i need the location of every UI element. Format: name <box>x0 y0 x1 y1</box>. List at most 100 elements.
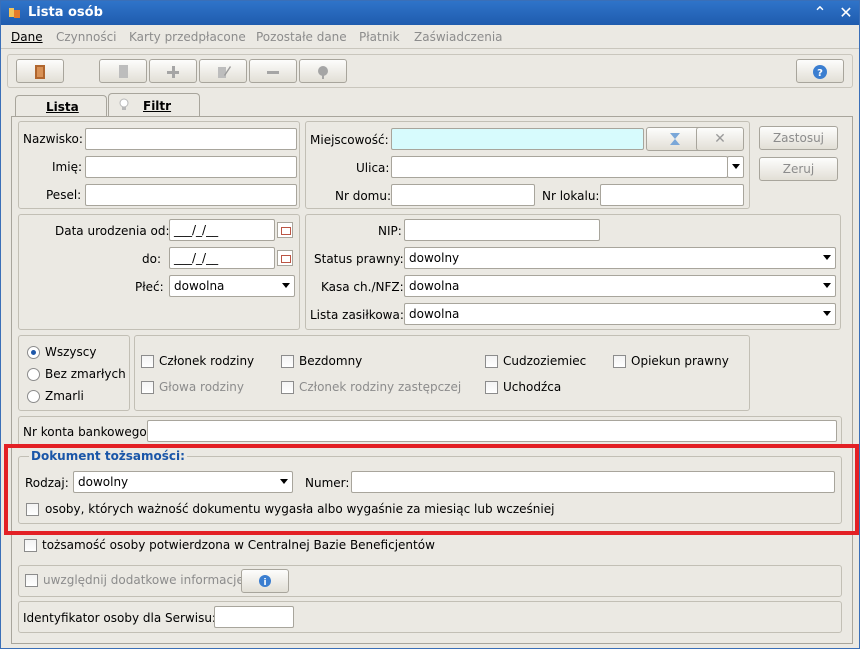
calendar-icon[interactable] <box>277 250 293 266</box>
plus-icon <box>167 66 179 78</box>
ulica-label: Ulica: <box>356 161 390 175</box>
lightbulb-icon <box>119 98 129 110</box>
radio-bez-zmarlych[interactable] <box>27 368 40 381</box>
app-icon <box>9 8 20 18</box>
tab-filtr[interactable]: Filtr <box>108 93 200 117</box>
radio-wszyscy-label: Wszyscy <box>45 345 97 359</box>
menu-bar: Dane Czynności Karty przedpłacone Pozost… <box>1 25 859 49</box>
bank-group: Nr konta bankowego: <box>18 416 842 446</box>
menu-czynnosci[interactable]: Czynności <box>56 30 117 44</box>
remove-button[interactable] <box>249 59 297 83</box>
minus-icon <box>267 71 279 74</box>
copy-button[interactable] <box>99 59 147 83</box>
opiekun-label: Opiekun prawny <box>631 354 729 368</box>
exit-button[interactable] <box>16 59 64 83</box>
miejscowosc-clear-button[interactable]: ✕ <box>696 127 744 151</box>
radio-wszyscy[interactable] <box>27 346 40 359</box>
help-button[interactable]: ? <box>796 59 844 83</box>
czlonek-label: Członek rodziny <box>159 354 255 368</box>
menu-zaswiadczenia[interactable]: Zaświadczenia <box>414 30 503 44</box>
bank-label: Nr konta bankowego: <box>23 425 151 439</box>
extra-info-button[interactable]: i <box>241 569 289 593</box>
svg-text:?: ? <box>817 68 823 79</box>
lista-zasilkowa-select[interactable]: dowolna <box>404 303 836 325</box>
menu-karty[interactable]: Karty przedpłacone <box>129 30 246 44</box>
data-od-input[interactable]: ___/_/__ <box>169 219 275 241</box>
birth-group: Data urodzenia od: ___/_/__ do: ___/_/__… <box>18 214 300 330</box>
radio-zmarli-label: Zmarli <box>45 389 84 403</box>
menu-dane[interactable]: Dane <box>11 30 43 44</box>
highlight-frame <box>4 444 859 535</box>
radio-zmarli[interactable] <box>27 390 40 403</box>
document-icon <box>119 65 128 78</box>
pesel-input[interactable] <box>85 184 297 206</box>
zastosuj-button[interactable]: Zastosuj <box>759 126 838 150</box>
bank-input[interactable] <box>147 420 837 442</box>
menu-pozostale[interactable]: Pozostałe dane <box>256 30 347 44</box>
nr-domu-label: Nr domu: <box>335 189 392 203</box>
glowa-checkbox[interactable] <box>141 381 154 394</box>
extra-checkbox[interactable] <box>25 574 38 587</box>
chevron-down-icon <box>823 311 831 316</box>
imie-label: Imię: <box>52 160 82 174</box>
calendar-icon[interactable] <box>277 222 293 238</box>
close-icon[interactable]: ✕ <box>837 4 855 22</box>
plec-label: Płeć: <box>135 280 164 294</box>
plec-select[interactable]: dowolna <box>169 275 295 297</box>
imie-input[interactable] <box>85 156 297 178</box>
legal-group: NIP: Status prawny: dowolny Kasa ch./NFZ… <box>305 214 841 330</box>
nip-input[interactable] <box>404 219 600 241</box>
pencil-icon <box>218 66 231 78</box>
nr-lokalu-label: Nr lokalu: <box>542 189 600 203</box>
data-do-input[interactable]: ___/_/__ <box>169 247 275 269</box>
cbb-label: tożsamość osoby potwierdzona w Centralne… <box>42 538 435 552</box>
flags-group: Członek rodziny Głowa rodziny Bezdomny C… <box>134 335 750 411</box>
cbb-checkbox[interactable] <box>24 539 37 552</box>
person-group: Nazwisko: Imię: Pesel: <box>18 121 300 209</box>
window-title: Lista osób <box>28 5 103 20</box>
comment-button[interactable] <box>299 59 347 83</box>
kasa-select[interactable]: dowolna <box>404 275 836 297</box>
czlonek-checkbox[interactable] <box>141 355 154 368</box>
zeruj-button[interactable]: Zeruj <box>759 157 838 181</box>
kasa-label: Kasa ch./NFZ: <box>321 280 404 294</box>
nip-label: NIP: <box>378 224 402 238</box>
ulica-dropdown-button[interactable] <box>727 156 744 178</box>
help-icon: ? <box>813 65 827 79</box>
nr-lokalu-input[interactable] <box>600 184 744 206</box>
tab-lista[interactable]: Lista <box>15 95 107 117</box>
bezdomny-label: Bezdomny <box>299 354 363 368</box>
extra-group: uwzględnij dodatkowe informacje i <box>18 565 842 597</box>
edit-button[interactable] <box>199 59 247 83</box>
clear-icon: ✕ <box>714 131 726 147</box>
service-label: Identyfikator osoby dla Serwisu: <box>23 611 216 625</box>
cudzoziemiec-checkbox[interactable] <box>485 355 498 368</box>
collapse-icon[interactable]: ⌃ <box>811 4 829 22</box>
chevron-down-icon <box>823 255 831 260</box>
nr-domu-input[interactable] <box>391 184 535 206</box>
toolbar: ? <box>7 54 853 88</box>
door-icon <box>35 65 45 79</box>
ulica-input[interactable] <box>391 156 728 178</box>
zastepczej-checkbox[interactable] <box>281 381 294 394</box>
status-select[interactable]: dowolny <box>404 247 836 269</box>
miejscowosc-label: Miejscowość: <box>310 133 389 147</box>
service-input[interactable] <box>214 606 294 628</box>
service-group: Identyfikator osoby dla Serwisu: <box>18 601 842 633</box>
nazwisko-label: Nazwisko: <box>23 132 83 146</box>
opiekun-checkbox[interactable] <box>613 355 626 368</box>
chevron-down-icon <box>823 283 831 288</box>
radio-bez-zmarlych-label: Bez zmarłych <box>45 367 126 381</box>
data-do-label: do: <box>142 252 162 266</box>
nazwisko-input[interactable] <box>85 128 297 150</box>
miejscowosc-input[interactable] <box>391 128 644 150</box>
filter-panel: Nazwisko: Imię: Pesel: Miejscowość: ✕ Ul… <box>11 116 853 644</box>
extra-label: uwzględnij dodatkowe informacje <box>43 573 244 587</box>
bezdomny-checkbox[interactable] <box>281 355 294 368</box>
menu-platnik[interactable]: Płatnik <box>359 30 400 44</box>
chevron-down-icon <box>732 164 740 169</box>
uchodzca-checkbox[interactable] <box>485 381 498 394</box>
chevron-down-icon <box>282 283 290 288</box>
add-button[interactable] <box>149 59 197 83</box>
glowa-label: Głowa rodziny <box>159 380 245 394</box>
